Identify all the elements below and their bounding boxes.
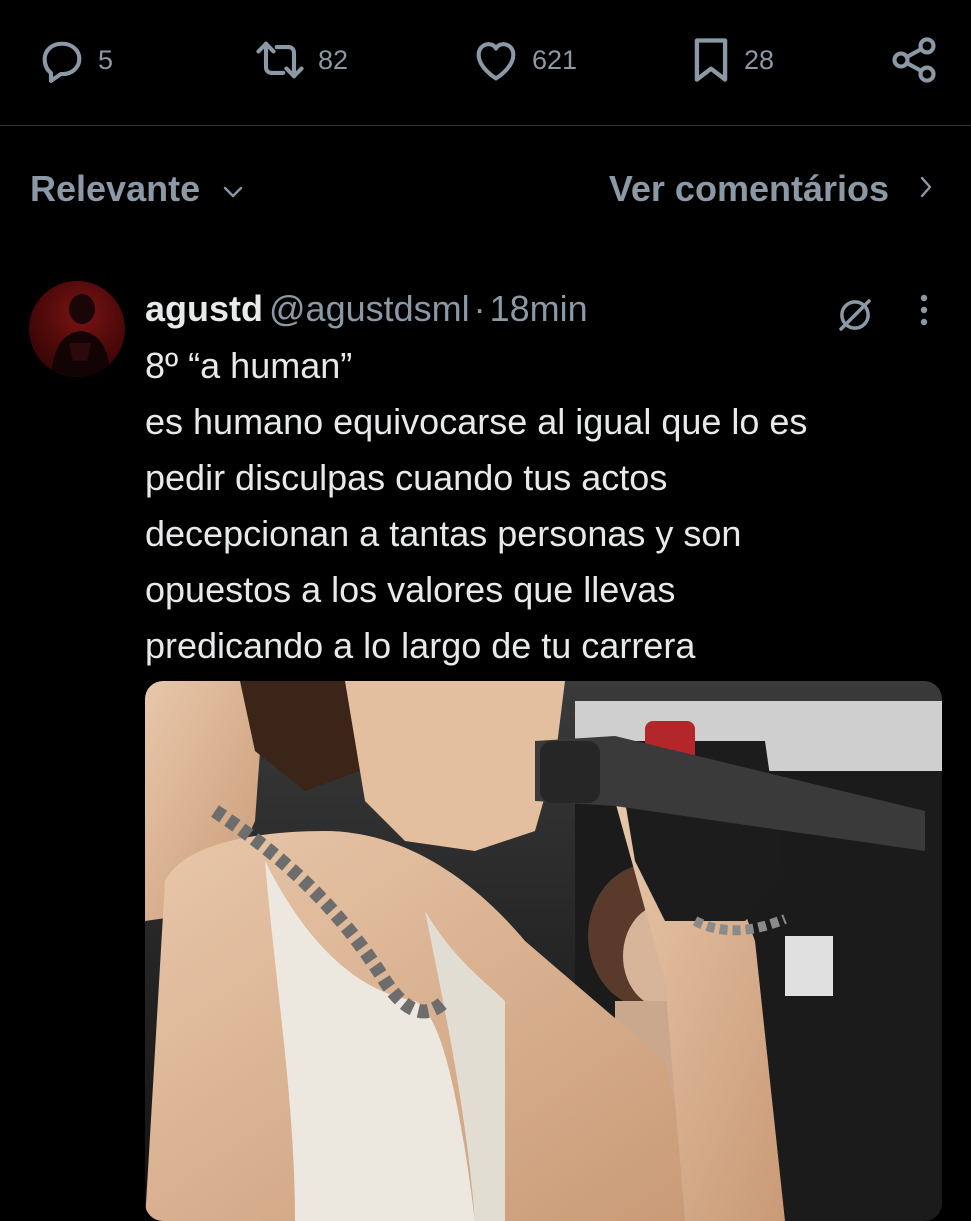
reply-header: agustd @agustdsml · 18min — [145, 288, 588, 330]
reply-count: 5 — [98, 44, 114, 75]
avatar[interactable] — [29, 281, 125, 377]
reply-line: es humano equivocarse al igual que lo es — [145, 401, 808, 442]
tweet-action-bar: 5 82 621 28 — [0, 0, 971, 126]
like-count: 621 — [532, 44, 578, 75]
bookmark-icon — [688, 34, 734, 86]
chevron-down-icon — [200, 168, 246, 210]
bookmark-button[interactable]: 28 — [688, 34, 774, 86]
reply-photo[interactable] — [145, 681, 942, 1221]
sort-dropdown[interactable]: Relevante — [30, 168, 246, 210]
reply-line: opuestos a los valores que llevas — [145, 569, 676, 610]
more-options-icon[interactable] — [906, 290, 942, 335]
sort-label: Relevante — [30, 168, 201, 209]
view-comments-link[interactable]: Ver comentários — [609, 168, 935, 210]
bookmark-count: 28 — [744, 44, 775, 75]
muted-conversation-icon[interactable] — [834, 294, 876, 341]
like-button[interactable]: 621 — [470, 34, 577, 86]
reply-line: 8º “a human” — [145, 345, 353, 386]
retweet-count: 82 — [318, 44, 349, 75]
reply-line: decepcionan a tantas personas y son — [145, 513, 742, 554]
retweet-button[interactable]: 82 — [252, 34, 348, 86]
share-icon — [888, 34, 940, 86]
reply-line: pedir disculpas cuando tus actos — [145, 457, 668, 498]
replies-sort-bar: Relevante Ver comentários — [0, 150, 971, 230]
chevron-right-icon — [889, 168, 935, 210]
photo-illustration — [145, 681, 942, 1221]
separator: · — [473, 288, 486, 329]
view-comments-label: Ver comentários — [608, 168, 889, 209]
reply-button[interactable]: 5 — [36, 34, 113, 86]
display-name[interactable]: agustd — [145, 288, 263, 329]
avatar-figure — [51, 294, 111, 377]
share-button[interactable] — [888, 34, 940, 86]
reply-icon — [36, 34, 88, 86]
reply-line: predicando a lo largo de tu carrera — [145, 625, 696, 666]
retweet-icon — [252, 34, 308, 86]
timestamp[interactable]: 18min — [490, 288, 588, 329]
reply-text: 8º “a human” es humano equivocarse al ig… — [145, 338, 945, 674]
heart-icon — [470, 34, 522, 86]
user-handle[interactable]: @agustdsml — [269, 288, 470, 329]
